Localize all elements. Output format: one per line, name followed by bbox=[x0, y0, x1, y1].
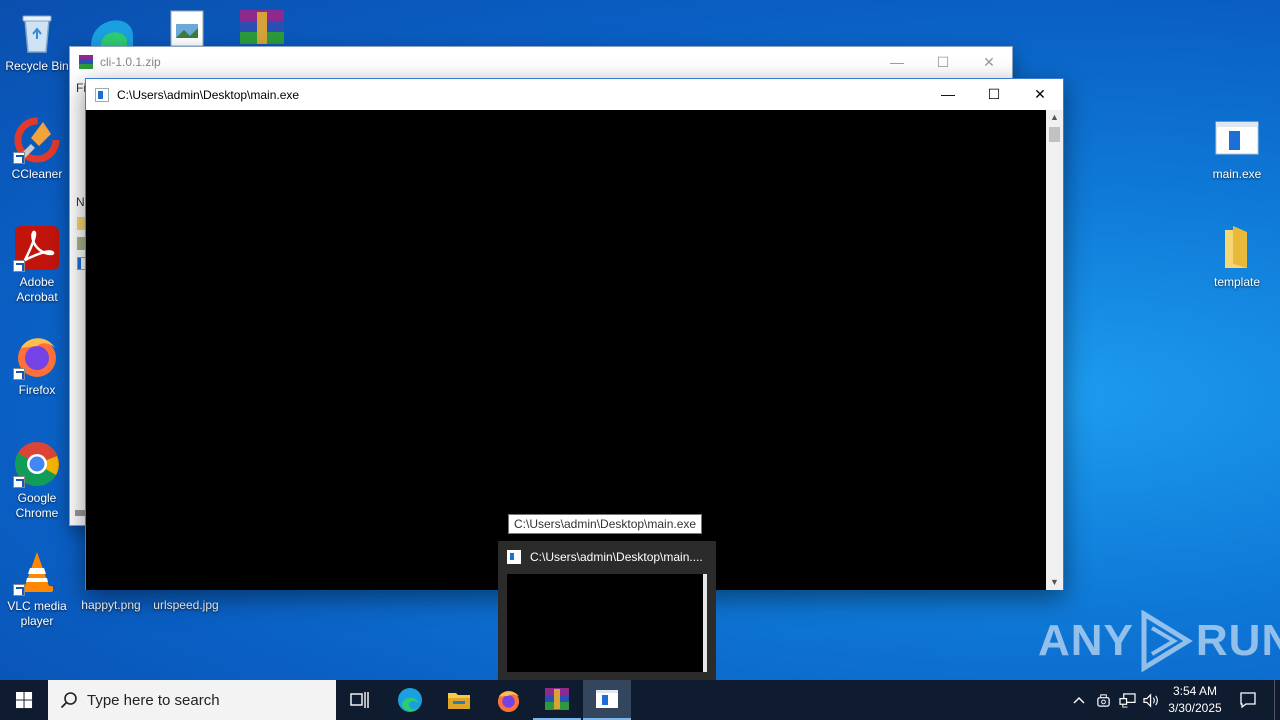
tray-volume-button[interactable] bbox=[1140, 680, 1162, 720]
taskbar-edge-button[interactable] bbox=[386, 680, 434, 720]
taskbar-winrar-button[interactable] bbox=[533, 680, 581, 720]
desktop-icon-ccleaner[interactable]: CCleaner bbox=[0, 116, 74, 182]
task-view-icon bbox=[350, 692, 369, 708]
show-desktop-button[interactable] bbox=[1274, 680, 1280, 720]
image-file-icon bbox=[170, 10, 204, 47]
desktop-icon-google-chrome[interactable]: Google Chrome bbox=[0, 440, 74, 521]
folder-icon bbox=[448, 693, 470, 709]
desktop-icon-adobe-acrobat[interactable]: Adobe Acrobat bbox=[0, 224, 74, 305]
desktop-icon-label: Google Chrome bbox=[15, 491, 59, 520]
taskbar-clock[interactable]: 3:54 AM 3/30/2025 bbox=[1160, 683, 1230, 717]
tray-device-button[interactable] bbox=[1093, 680, 1113, 720]
desktop-icon-label: CCleaner bbox=[11, 167, 63, 181]
ccleaner-icon bbox=[13, 116, 61, 164]
network-icon bbox=[1118, 692, 1136, 708]
scroll-down-arrow-icon[interactable]: ▼ bbox=[1046, 575, 1063, 590]
tray-network-button[interactable] bbox=[1116, 680, 1138, 720]
windows-logo-icon bbox=[15, 691, 32, 708]
watermark-right-text: RUN bbox=[1195, 616, 1280, 665]
winrar-column-header-name[interactable]: N bbox=[76, 195, 85, 209]
desktop-icon-label: Adobe Acrobat bbox=[16, 275, 58, 304]
desktop-icon-vlc[interactable]: VLC media player bbox=[0, 548, 74, 629]
taskbar-tooltip: C:\Users\admin\Desktop\main.exe bbox=[508, 514, 703, 534]
desktop-icon-image-file[interactable] bbox=[170, 10, 204, 47]
minimize-button[interactable]: — bbox=[925, 79, 971, 109]
scroll-up-arrow-icon[interactable]: ▲ bbox=[1046, 110, 1063, 125]
shortcut-arrow-icon bbox=[13, 368, 25, 380]
play-logo-icon bbox=[1141, 610, 1193, 672]
preview-title-row: C:\Users\admin\Desktop\main.... bbox=[507, 550, 710, 564]
shortcut-arrow-icon bbox=[13, 260, 25, 272]
shortcut-arrow-icon bbox=[13, 476, 25, 488]
console-app-icon bbox=[507, 550, 521, 564]
taskbar-file-explorer-button[interactable] bbox=[435, 680, 483, 720]
shortcut-arrow-icon bbox=[13, 152, 25, 164]
taskbar-search-box[interactable]: Type here to search bbox=[48, 680, 336, 720]
watermark-left-text: ANY bbox=[1038, 616, 1134, 665]
firefox-icon bbox=[497, 690, 519, 712]
volume-icon bbox=[1142, 692, 1158, 708]
desktop-icon-firefox[interactable]: Firefox bbox=[0, 332, 74, 398]
clock-time: 3:54 AM bbox=[1172, 684, 1218, 698]
taskbar-console-button[interactable] bbox=[583, 680, 631, 720]
clock-date: 3/30/2025 bbox=[1168, 701, 1222, 715]
firefox-icon bbox=[13, 332, 61, 380]
console-title: C:\Users\admin\Desktop\main.exe bbox=[117, 87, 300, 102]
preview-title: C:\Users\admin\Desktop\main.... bbox=[530, 550, 703, 564]
task-view-button[interactable] bbox=[336, 680, 384, 720]
folder-icon bbox=[1213, 224, 1261, 272]
winrar-icon bbox=[545, 688, 569, 710]
desktop-icon-label: VLC media player bbox=[7, 599, 67, 628]
recycle-bin-icon bbox=[13, 8, 61, 56]
taskbar: Type here to search 3:54 AM 3/30/2025 bbox=[0, 680, 1280, 720]
desktop-icon-label: Recycle Bin bbox=[5, 59, 69, 73]
minimize-button[interactable]: — bbox=[874, 47, 920, 77]
anyrun-watermark: ANY RUN bbox=[1038, 610, 1280, 672]
vertical-scrollbar[interactable]: ▲ ▼ bbox=[1046, 110, 1063, 590]
google-chrome-icon bbox=[13, 440, 61, 488]
winrar-icon bbox=[78, 54, 94, 70]
start-button[interactable] bbox=[0, 680, 48, 720]
desktop-icon-winrar[interactable] bbox=[237, 8, 287, 46]
desktop-icon-label: happyt.png bbox=[81, 598, 141, 612]
scrollbar-thumb[interactable] bbox=[1049, 127, 1060, 142]
action-center-button[interactable] bbox=[1234, 680, 1262, 720]
vlc-cone-icon bbox=[13, 548, 61, 596]
chevron-up-icon bbox=[1073, 697, 1085, 704]
console-titlebar[interactable]: C:\Users\admin\Desktop\main.exe — ☐ ✕ bbox=[86, 79, 1063, 110]
adobe-acrobat-icon bbox=[13, 224, 61, 272]
desktop-icon-label: urlspeed.jpg bbox=[153, 598, 219, 612]
console-app-icon bbox=[95, 87, 109, 102]
desktop-icon-urlspeed[interactable]: urlspeed.jpg bbox=[149, 590, 223, 613]
winrar-titlebar[interactable]: cli-1.0.1.zip — ☐ ✕ bbox=[70, 47, 1012, 77]
desktop-icon-label: main.exe bbox=[1212, 167, 1262, 181]
exe-file-icon bbox=[1213, 116, 1261, 164]
close-button[interactable]: ✕ bbox=[1017, 79, 1063, 109]
search-placeholder: Type here to search bbox=[87, 691, 220, 709]
notification-icon bbox=[1240, 692, 1256, 709]
desktop-icon-edge[interactable] bbox=[87, 6, 137, 46]
taskbar-thumbnail-preview[interactable]: C:\Users\admin\Desktop\main.... bbox=[498, 541, 716, 681]
winrar-title: cli-1.0.1.zip bbox=[100, 55, 161, 69]
desktop-icon-recycle-bin[interactable]: Recycle Bin bbox=[0, 8, 74, 74]
maximize-button[interactable]: ☐ bbox=[920, 47, 966, 77]
edge-icon bbox=[398, 688, 422, 712]
edge-icon bbox=[91, 20, 133, 46]
search-icon bbox=[60, 692, 77, 709]
desktop-icon-template[interactable]: template bbox=[1200, 224, 1274, 290]
desktop-icon-label: Firefox bbox=[18, 383, 56, 397]
taskbar-firefox-button[interactable] bbox=[484, 680, 532, 720]
shortcut-arrow-icon bbox=[13, 584, 25, 596]
console-app-icon bbox=[596, 690, 618, 708]
device-icon bbox=[1096, 693, 1110, 707]
winrar-icon bbox=[240, 10, 284, 44]
maximize-button[interactable]: ☐ bbox=[971, 79, 1017, 109]
desktop-icon-happyt[interactable]: happyt.png bbox=[74, 590, 148, 613]
close-button[interactable]: ✕ bbox=[966, 47, 1012, 77]
show-hidden-icons-button[interactable] bbox=[1068, 680, 1090, 720]
desktop-icon-label: template bbox=[1213, 275, 1261, 289]
desktop-icon-main-exe[interactable]: main.exe bbox=[1200, 116, 1274, 182]
preview-thumbnail-image[interactable] bbox=[507, 574, 707, 672]
